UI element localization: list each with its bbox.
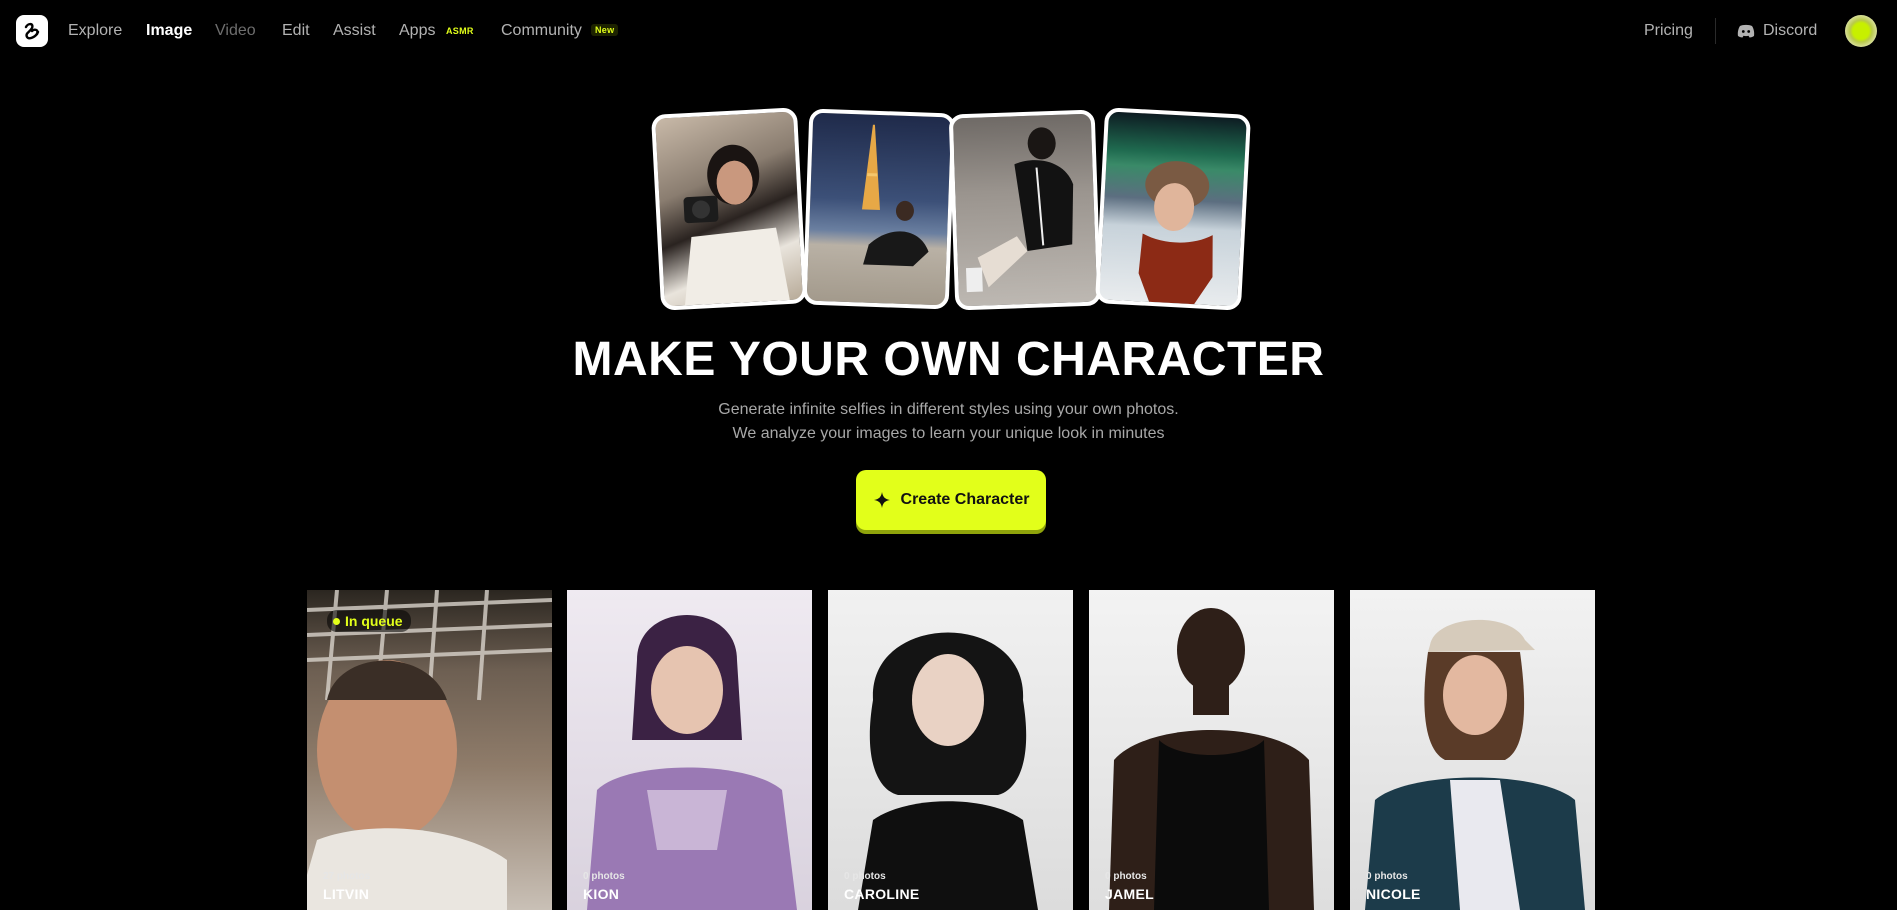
photo-count: 0 photos (583, 871, 625, 882)
create-character-button[interactable]: Create Character (856, 470, 1046, 530)
create-character-label: Create Character (900, 491, 1030, 508)
character-name: JAMEL (1105, 886, 1154, 902)
character-card-caroline[interactable]: 0 photos CAROLINE (828, 590, 1073, 910)
logo-icon[interactable] (16, 15, 48, 47)
top-nav: Explore Image Video Edit Assist Apps ASM… (0, 0, 1897, 62)
character-card-kion[interactable]: 0 photos KION (567, 590, 812, 910)
hero-subtitle-line-2: We analyze your images to learn your uni… (732, 425, 1165, 442)
status-badge: In queue (327, 610, 411, 632)
nav-image[interactable]: Image (146, 20, 192, 42)
status-label: In queue (345, 613, 403, 629)
sparkle-icon (873, 492, 890, 508)
nav-edit[interactable]: Edit (282, 20, 310, 42)
new-badge: New (591, 24, 619, 36)
photo-count: 0 photos (844, 871, 886, 882)
user-avatar[interactable] (1845, 15, 1877, 47)
nav-video[interactable]: Video (215, 20, 256, 42)
nav-community[interactable]: Community (501, 20, 582, 42)
hero-photo-4 (1094, 107, 1252, 311)
discord-label: Discord (1763, 22, 1818, 39)
hero-photo-2 (802, 108, 956, 310)
photo-count: 0 photos (1105, 871, 1147, 882)
nav-assist[interactable]: Assist (333, 20, 376, 42)
asmr-badge: ASMR (446, 26, 474, 36)
character-card-litvin[interactable]: In queue 27 photos LITVIN (307, 590, 552, 910)
character-card-nicole[interactable]: 0 photos NICOLE (1350, 590, 1595, 910)
hero-subtitle-line-1: Generate infinite selfies in different s… (718, 401, 1179, 418)
nav-divider (1715, 18, 1716, 44)
discord-icon (1737, 24, 1755, 38)
nav-discord[interactable]: Discord (1737, 20, 1817, 42)
hero-photo-3 (948, 109, 1102, 311)
character-name: KION (583, 886, 620, 902)
photo-count: 27 photos (323, 871, 371, 882)
nav-explore[interactable]: Explore (68, 20, 122, 42)
nav-pricing[interactable]: Pricing (1644, 20, 1693, 42)
status-dot-icon (333, 617, 340, 625)
hero-photo-1 (650, 107, 808, 311)
character-name: NICOLE (1366, 886, 1421, 902)
photo-count: 0 photos (1366, 871, 1408, 882)
nav-apps[interactable]: Apps (399, 20, 435, 42)
character-name: LITVIN (323, 886, 370, 902)
character-card-jamel[interactable]: 0 photos JAMEL (1089, 590, 1334, 910)
page-title: MAKE YOUR OWN CHARACTER (572, 333, 1325, 386)
character-name: CAROLINE (844, 886, 920, 902)
